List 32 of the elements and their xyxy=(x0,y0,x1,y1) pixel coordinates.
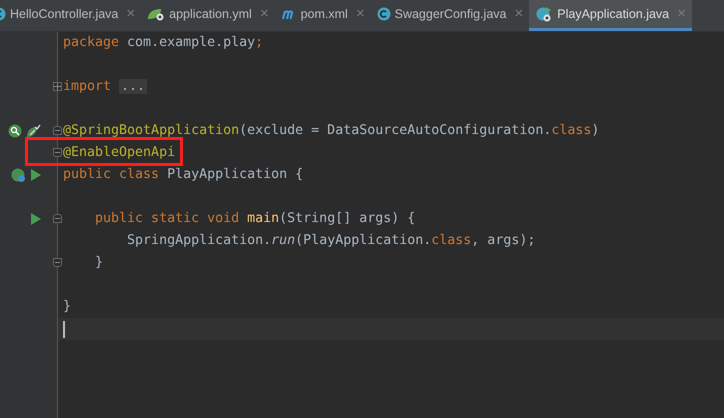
code-line: import ... xyxy=(63,78,148,96)
code-line: public class PlayApplication { xyxy=(63,166,304,184)
tab-label: application.yml xyxy=(169,6,252,23)
leaf-gear-icon xyxy=(147,7,166,21)
tab-label: SwaggerConfig.java xyxy=(394,6,506,23)
editor-tab[interactable]: application.yml × xyxy=(141,0,275,31)
run-icon[interactable] xyxy=(30,213,41,225)
run-icon[interactable] xyxy=(30,169,41,181)
code-line: @EnableOpenApi xyxy=(63,144,176,162)
tab-label: PlayApplication.java xyxy=(557,6,670,23)
class-icon xyxy=(376,7,391,21)
tab-label: HelloController.java xyxy=(10,6,118,23)
code-line: } xyxy=(94,254,104,272)
tab-label: pom.xml xyxy=(300,6,348,23)
editor-tab[interactable]: pom.xml × xyxy=(274,0,371,31)
leaf-check-icon[interactable] xyxy=(26,124,41,138)
bean-search-icon[interactable] xyxy=(8,124,22,138)
code-line: SpringApplication.run(PlayApplication.class, args); xyxy=(126,232,536,250)
collapse-fold-icon[interactable] xyxy=(53,258,62,267)
editor-tab[interactable]: SwaggerConfig.java × xyxy=(370,0,530,31)
code-line: } xyxy=(63,298,72,316)
code-line: @SpringBootApplication(exclude = DataSourceAutoConfiguration.class) xyxy=(63,122,600,140)
bean-icon[interactable] xyxy=(11,168,26,182)
editor-tab[interactable]: HelloController.java × xyxy=(0,0,142,31)
code-line: package com.example.play; xyxy=(63,34,264,52)
collapse-fold-icon[interactable] xyxy=(53,126,62,135)
expand-fold-icon[interactable] xyxy=(53,82,62,91)
collapse-fold-icon[interactable] xyxy=(53,214,62,223)
editor-tab[interactable]: PlayApplication.java × xyxy=(529,0,692,31)
code-line: public static void main(String[] args) { xyxy=(94,210,416,228)
collapse-fold-icon[interactable] xyxy=(53,148,62,157)
class-run-icon xyxy=(535,6,554,22)
